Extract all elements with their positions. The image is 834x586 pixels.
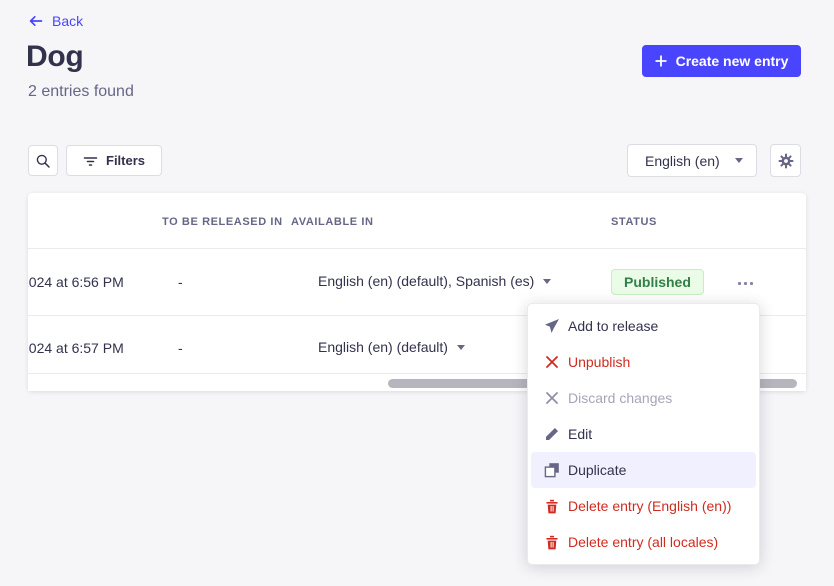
locale-selected-value: English (en) <box>645 153 720 169</box>
pencil-icon <box>544 426 560 442</box>
cell-updated-date: 2024 at 6:56 PM <box>28 274 160 290</box>
menu-item-delete-entry-all-locales[interactable]: Delete entry (all locales) <box>531 524 756 560</box>
cell-available-in[interactable]: English (en) (default), Spanish (es) <box>318 273 551 289</box>
search-icon <box>35 153 51 169</box>
status-badge: Published <box>611 269 704 295</box>
gear-icon <box>778 153 794 169</box>
menu-item-add-to-release[interactable]: Add to release <box>531 308 756 344</box>
menu-item-edit[interactable]: Edit <box>531 416 756 452</box>
cross-icon <box>544 390 560 406</box>
paper-plane-icon <box>544 318 560 334</box>
page-title: Dog <box>26 40 83 74</box>
cell-to-be-released-in: - <box>178 274 183 290</box>
chevron-down-icon <box>735 158 743 163</box>
menu-item-discard-changes[interactable]: Discard changes <box>531 380 756 416</box>
chevron-down-icon <box>457 345 465 350</box>
duplicate-icon <box>544 462 560 478</box>
row-actions-menu: Add to release Unpublish Discard changes… <box>527 303 760 565</box>
plus-icon <box>655 55 667 67</box>
entries-count: 2 entries found <box>28 83 134 101</box>
column-header-available-in: AVAILABLE IN <box>291 216 374 228</box>
cell-updated-date: 2024 at 6:57 PM <box>28 340 160 356</box>
search-button[interactable] <box>28 145 58 176</box>
menu-item-duplicate[interactable]: Duplicate <box>531 452 756 488</box>
filter-icon <box>83 154 98 168</box>
filters-button[interactable]: Filters <box>66 145 162 176</box>
trash-icon <box>544 498 560 514</box>
row-actions-button[interactable] <box>732 273 758 293</box>
arrow-left-icon <box>28 13 44 29</box>
column-header-to-be-released-in: TO BE RELEASED IN <box>162 216 283 228</box>
cell-to-be-released-in: - <box>178 340 183 356</box>
back-link[interactable]: Back <box>28 13 83 29</box>
create-new-entry-button[interactable]: Create new entry <box>642 45 801 77</box>
menu-item-delete-entry-locale[interactable]: Delete entry (English (en)) <box>531 488 756 524</box>
locale-select[interactable]: English (en) <box>627 144 757 177</box>
back-label: Back <box>52 13 83 29</box>
column-header-status: STATUS <box>611 216 657 228</box>
cross-icon <box>544 354 560 370</box>
trash-icon <box>544 534 560 550</box>
chevron-down-icon <box>543 279 551 284</box>
ellipsis-icon <box>738 282 741 285</box>
menu-item-unpublish[interactable]: Unpublish <box>531 344 756 380</box>
cell-available-in[interactable]: English (en) (default) <box>318 339 465 355</box>
view-settings-button[interactable] <box>770 144 801 177</box>
